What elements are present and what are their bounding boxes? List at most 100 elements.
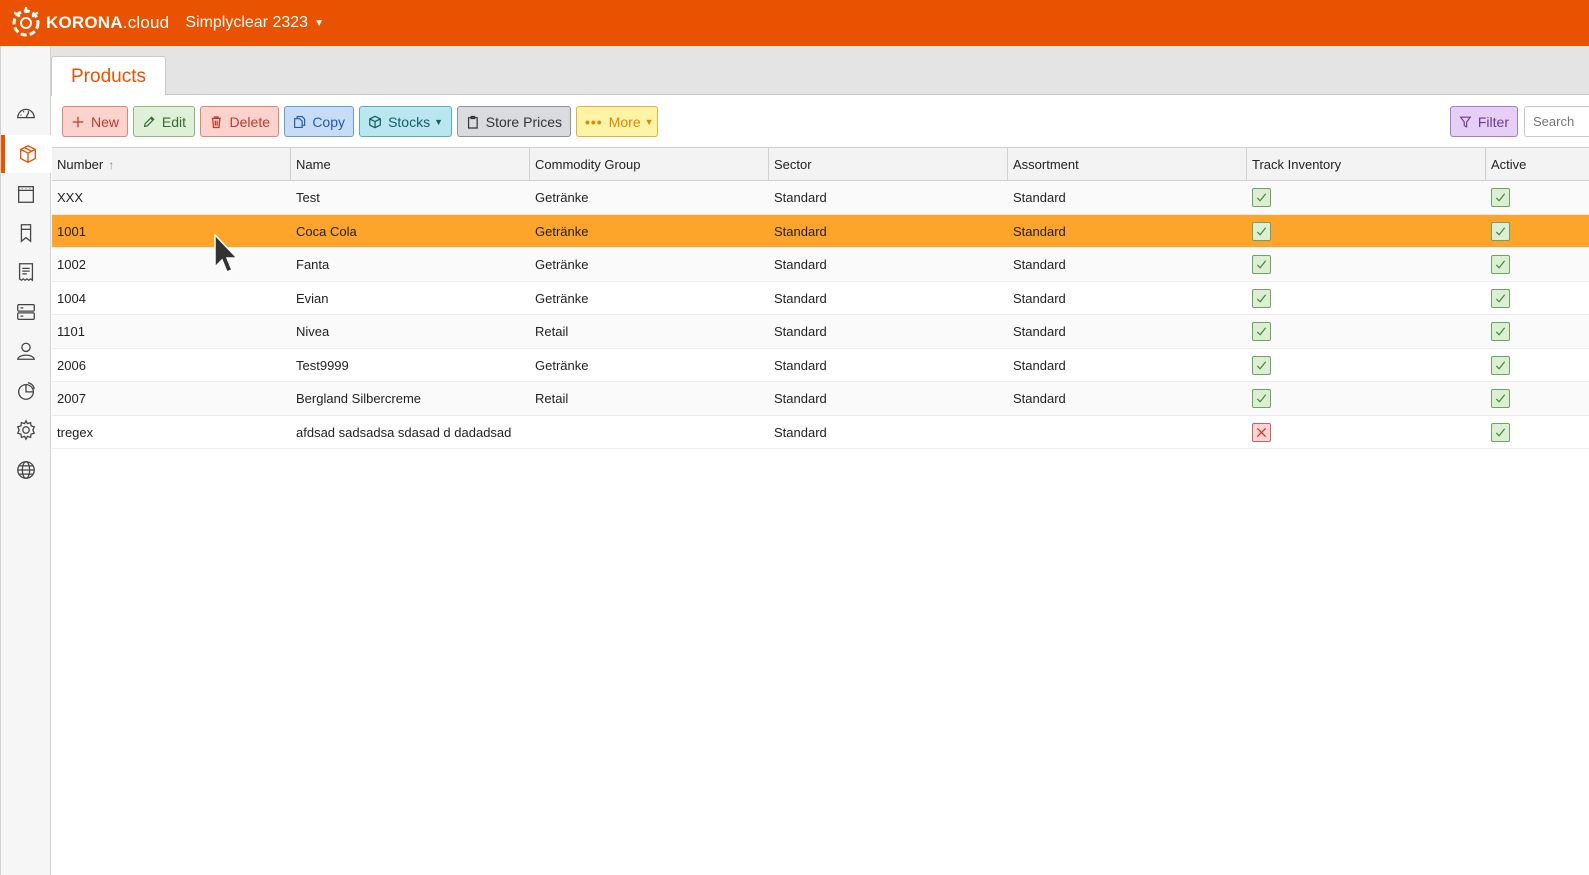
checkbox-checked-icon[interactable] bbox=[1491, 221, 1510, 241]
checkbox-checked-icon[interactable] bbox=[1491, 355, 1510, 375]
checkbox-checked-icon[interactable] bbox=[1252, 221, 1271, 241]
cell-active bbox=[1486, 181, 1510, 214]
checkbox-unchecked-icon[interactable] bbox=[1252, 422, 1271, 442]
cell-number: tregex bbox=[57, 424, 94, 440]
filter-button-label: Filter bbox=[1477, 113, 1509, 130]
clipboard-icon bbox=[467, 115, 478, 129]
trash-icon bbox=[211, 115, 221, 128]
more-button[interactable]: ••• More ▼ bbox=[576, 106, 658, 137]
cell-sector: Standard bbox=[774, 357, 827, 373]
checkbox-checked-icon[interactable] bbox=[1252, 255, 1271, 274]
cell-number: 1001 bbox=[57, 223, 86, 239]
checkbox-checked-icon[interactable] bbox=[1252, 188, 1271, 207]
column-header-label: Number bbox=[57, 157, 104, 172]
cell-number: 1004 bbox=[57, 290, 86, 306]
cell-assortment: Standard bbox=[1013, 223, 1066, 239]
checkbox-checked-icon[interactable] bbox=[1491, 322, 1510, 341]
cell-assortment: Standard bbox=[1013, 391, 1066, 406]
cell-number: 2007 bbox=[57, 391, 86, 406]
stocks-button[interactable]: Stocks ▼ bbox=[359, 106, 452, 137]
cell-number: 2006 bbox=[57, 357, 86, 373]
sidebar-item-calendar[interactable] bbox=[1, 175, 51, 213]
sidebar-item-products[interactable] bbox=[1, 135, 51, 173]
globe-icon bbox=[17, 461, 35, 479]
table-body: XXX Test Getränke Standard Standard 1001 Coca … bbox=[52, 181, 1589, 449]
table-row[interactable]: 1101 Nivea Retail Standard Standard bbox=[52, 315, 1589, 349]
tab-products[interactable]: Products bbox=[51, 56, 166, 96]
checkbox-checked-icon[interactable] bbox=[1491, 255, 1510, 274]
main-content: New Edit Delete Copy Stocks ▼ Store Pric… bbox=[52, 95, 1589, 875]
sidebar-item-dashboard[interactable] bbox=[1, 95, 51, 133]
top-bar: KORONA.cloud Simplyclear 2323 ▼ bbox=[0, 0, 1589, 46]
products-table: Number ↑ Name Commodity Group Sector Ass… bbox=[52, 147, 1589, 449]
cell-commodity-group: Getränke bbox=[535, 290, 589, 306]
table-row[interactable]: 1004 Evian Getränke Standard Standard bbox=[52, 281, 1589, 315]
table-row[interactable]: tregex afdsad sadsadsa sdasad d dadadsad S… bbox=[52, 415, 1589, 449]
cell-commodity-group bbox=[530, 416, 535, 449]
checkbox-checked-icon[interactable] bbox=[1491, 188, 1510, 207]
cell-active bbox=[1486, 282, 1510, 315]
sidebar-item-bookmark[interactable] bbox=[1, 214, 51, 252]
sidebar-item-users[interactable] bbox=[1, 332, 51, 370]
checkbox-checked-icon[interactable] bbox=[1252, 389, 1271, 408]
cell-name: Coca Cola bbox=[296, 223, 357, 239]
column-header-number[interactable]: Number ↑ bbox=[52, 148, 291, 181]
copy-icon bbox=[294, 115, 306, 128]
table-row[interactable]: 2006 Test9999 Getränke Standard Standard bbox=[52, 348, 1589, 382]
column-header-commodity-group[interactable]: Commodity Group bbox=[530, 148, 769, 181]
edit-button-label: Edit bbox=[161, 113, 186, 130]
checkbox-checked-icon[interactable] bbox=[1252, 322, 1271, 341]
sort-ascending-icon: ↑ bbox=[108, 157, 115, 172]
sidebar-item-global[interactable] bbox=[1, 451, 51, 489]
korona-logo-icon bbox=[12, 6, 40, 37]
cell-assortment: Standard bbox=[1013, 357, 1066, 373]
cell-number: 1002 bbox=[57, 257, 86, 272]
cell-active bbox=[1486, 248, 1510, 281]
table-row[interactable]: XXX Test Getränke Standard Standard bbox=[52, 181, 1589, 215]
column-header-name[interactable]: Name bbox=[291, 148, 530, 181]
cell-active bbox=[1486, 349, 1510, 382]
sidebar-item-reports[interactable] bbox=[1, 372, 51, 410]
sidebar bbox=[0, 46, 51, 875]
cell-assortment bbox=[1008, 416, 1013, 449]
more-button-label: More bbox=[608, 113, 641, 130]
checkbox-checked-icon[interactable] bbox=[1252, 288, 1271, 308]
new-button[interactable]: New bbox=[62, 106, 128, 137]
cell-track-inventory bbox=[1247, 248, 1271, 281]
delete-button[interactable]: Delete bbox=[200, 106, 279, 137]
table-row[interactable]: 2007 Bergland Silbercreme Retail Standard St… bbox=[52, 382, 1589, 416]
korona-logo[interactable]: KORONA.cloud bbox=[8, 5, 169, 41]
table-row[interactable]: 1002 Fanta Getränke Standard Standard bbox=[52, 248, 1589, 282]
cell-track-inventory bbox=[1247, 349, 1271, 382]
column-header-active[interactable]: Active bbox=[1486, 148, 1589, 181]
store-prices-button[interactable]: Store Prices bbox=[457, 106, 571, 137]
tenant-selector[interactable]: Simplyclear 2323 ▼ bbox=[185, 14, 324, 32]
edit-button[interactable]: Edit bbox=[133, 106, 195, 137]
column-header-label: Assortment bbox=[1013, 157, 1079, 172]
sidebar-item-settings[interactable] bbox=[1, 411, 51, 449]
table-header: Number ↑ Name Commodity Group Sector Ass… bbox=[52, 147, 1589, 181]
cell-name: Test9999 bbox=[296, 357, 349, 373]
cell-sector: Standard bbox=[774, 290, 827, 306]
cell-assortment: Standard bbox=[1013, 324, 1066, 339]
box-icon bbox=[369, 115, 381, 128]
checkbox-checked-icon[interactable] bbox=[1491, 422, 1510, 442]
sidebar-item-receipts[interactable] bbox=[1, 253, 51, 291]
filter-button[interactable]: Filter bbox=[1450, 106, 1518, 137]
calendar-icon bbox=[18, 186, 34, 203]
column-header-track-inventory[interactable]: Track Inventory bbox=[1247, 148, 1486, 181]
cell-assortment: Standard bbox=[1013, 190, 1066, 205]
checkbox-checked-icon[interactable] bbox=[1491, 389, 1510, 408]
column-header-label: Name bbox=[296, 157, 331, 172]
column-header-sector[interactable]: Sector bbox=[769, 148, 1008, 181]
sidebar-item-servers[interactable] bbox=[1, 293, 51, 331]
search-input[interactable] bbox=[1524, 106, 1589, 137]
column-header-assortment[interactable]: Assortment bbox=[1008, 148, 1247, 181]
cell-track-inventory bbox=[1247, 315, 1271, 348]
copy-button[interactable]: Copy bbox=[284, 106, 354, 137]
checkbox-checked-icon[interactable] bbox=[1491, 288, 1510, 308]
checkbox-checked-icon[interactable] bbox=[1252, 355, 1271, 375]
dashboard-icon bbox=[17, 108, 35, 119]
table-row[interactable]: 1001 Coca Cola Getränke Standard Standard bbox=[52, 214, 1589, 248]
cell-commodity-group: Retail bbox=[535, 391, 569, 406]
